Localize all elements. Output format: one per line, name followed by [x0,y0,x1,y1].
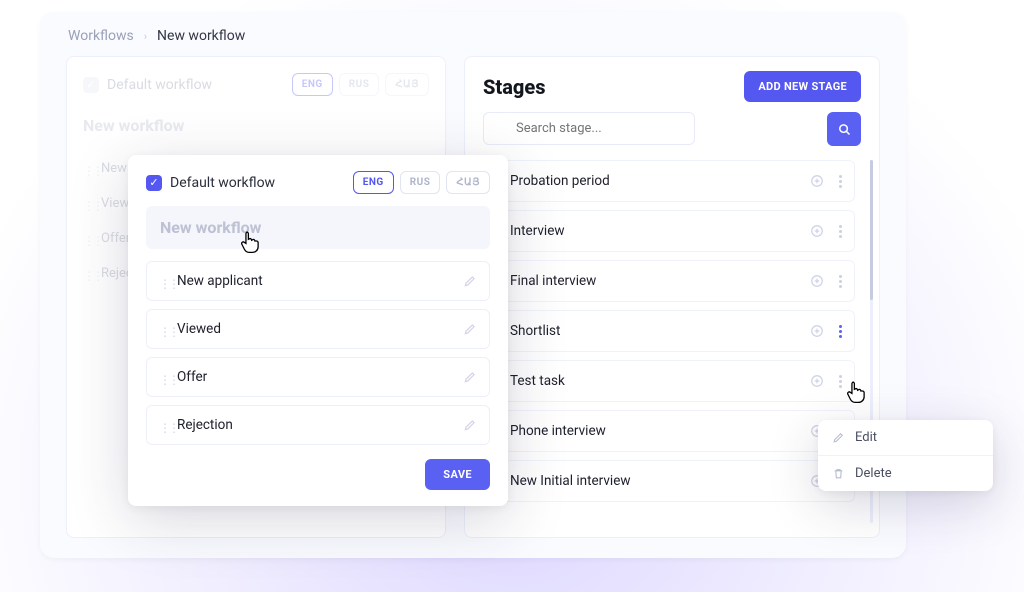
pencil-icon [832,431,845,444]
chevron-right-icon: › [144,30,147,43]
stage-name: New applicant [177,273,263,289]
search-stage-input[interactable] [483,112,695,145]
drag-handle-icon[interactable] [83,234,91,244]
menu-delete[interactable]: Delete [818,455,993,491]
stage-name: Rejection [177,417,233,433]
stages-title: Stages [483,75,545,99]
pencil-icon[interactable] [463,370,477,384]
editor-stage-item[interactable]: New applicant [146,261,490,301]
checkbox-icon: ✓ [83,77,99,93]
menu-edit-label: Edit [855,430,877,445]
breadcrumb-root[interactable]: Workflows [68,28,134,44]
stage-row[interactable]: Interview [483,210,855,252]
stage-name: Test task [510,373,565,389]
language-switcher: ENG RUS ՀԱՅ [353,171,490,194]
stage-name: Shortlist [510,323,560,339]
checkbox-icon: ✓ [146,175,162,191]
default-workflow-label: Default workflow [107,77,212,93]
search-button[interactable] [827,112,861,146]
more-icon[interactable] [834,223,846,239]
stage-row[interactable]: Final interview [483,260,855,302]
more-icon[interactable] [834,273,846,289]
stage-name: Phone interview [510,423,606,439]
cursor-hand-icon [843,378,869,404]
more-icon[interactable] [834,323,846,339]
stage-row[interactable]: Shortlist [483,310,855,352]
save-button[interactable]: SAVE [425,459,490,490]
add-new-stage-button[interactable]: ADD NEW STAGE [744,71,861,102]
default-workflow-label: Default workflow [170,175,275,191]
add-icon[interactable] [810,274,824,288]
stage-row[interactable]: Test task [483,360,855,402]
editor-stage-item[interactable]: Rejection [146,405,490,445]
lang-eng[interactable]: ENG [292,73,333,96]
default-workflow-checkbox[interactable]: ✓ Default workflow [146,175,275,191]
breadcrumb: Workflows › New workflow [68,28,880,44]
stage-name: Viewed [177,321,221,337]
lang-rus[interactable]: RUS [400,171,441,194]
drag-handle-icon[interactable] [159,372,167,382]
stage-row[interactable]: New Initial interview [483,460,855,502]
stage-context-menu: Edit Delete [818,420,993,491]
stage-name: Offer [177,369,207,385]
language-switcher: ENG RUS ՀԱՅ [292,73,429,96]
pencil-icon[interactable] [463,322,477,336]
lang-hay[interactable]: ՀԱՅ [385,73,429,96]
add-icon[interactable] [810,324,824,338]
drag-handle-icon[interactable] [159,324,167,334]
workflow-editor-card: ✓ Default workflow ENG RUS ՀԱՅ New appli… [128,155,508,506]
stage-name: Final interview [510,273,596,289]
drag-handle-icon[interactable] [83,164,91,174]
workflow-name-input[interactable] [146,206,490,249]
lang-rus[interactable]: RUS [339,73,380,96]
lang-hay[interactable]: ՀԱՅ [446,171,490,194]
scrollbar-thumb[interactable] [870,160,873,300]
add-icon[interactable] [810,374,824,388]
drag-handle-icon[interactable] [159,420,167,430]
editor-stage-item[interactable]: Viewed [146,309,490,349]
drag-handle-icon[interactable] [159,276,167,286]
breadcrumb-current: New workflow [157,28,245,44]
workflow-title: New workflow [83,116,429,135]
editor-stage-item[interactable]: Offer [146,357,490,397]
drag-handle-icon[interactable] [83,199,91,209]
stage-name: Probation period [510,173,610,189]
add-icon[interactable] [810,224,824,238]
drag-handle-icon[interactable] [83,269,91,279]
pencil-icon[interactable] [463,274,477,288]
stage-name: Interview [510,223,565,239]
cursor-hand-icon [237,228,263,254]
stage-list: Probation period Interview Final intervi… [483,160,861,523]
stage-row[interactable]: Probation period [483,160,855,202]
pencil-icon[interactable] [463,418,477,432]
stage-name: New Initial interview [510,473,631,489]
add-icon[interactable] [810,174,824,188]
stage-row[interactable]: Phone interview [483,410,855,452]
lang-eng[interactable]: ENG [353,171,394,194]
default-workflow-checkbox[interactable]: ✓ Default workflow [83,77,212,93]
more-icon[interactable] [834,173,846,189]
trash-icon [832,467,845,480]
menu-edit[interactable]: Edit [818,420,993,455]
menu-delete-label: Delete [855,466,892,481]
